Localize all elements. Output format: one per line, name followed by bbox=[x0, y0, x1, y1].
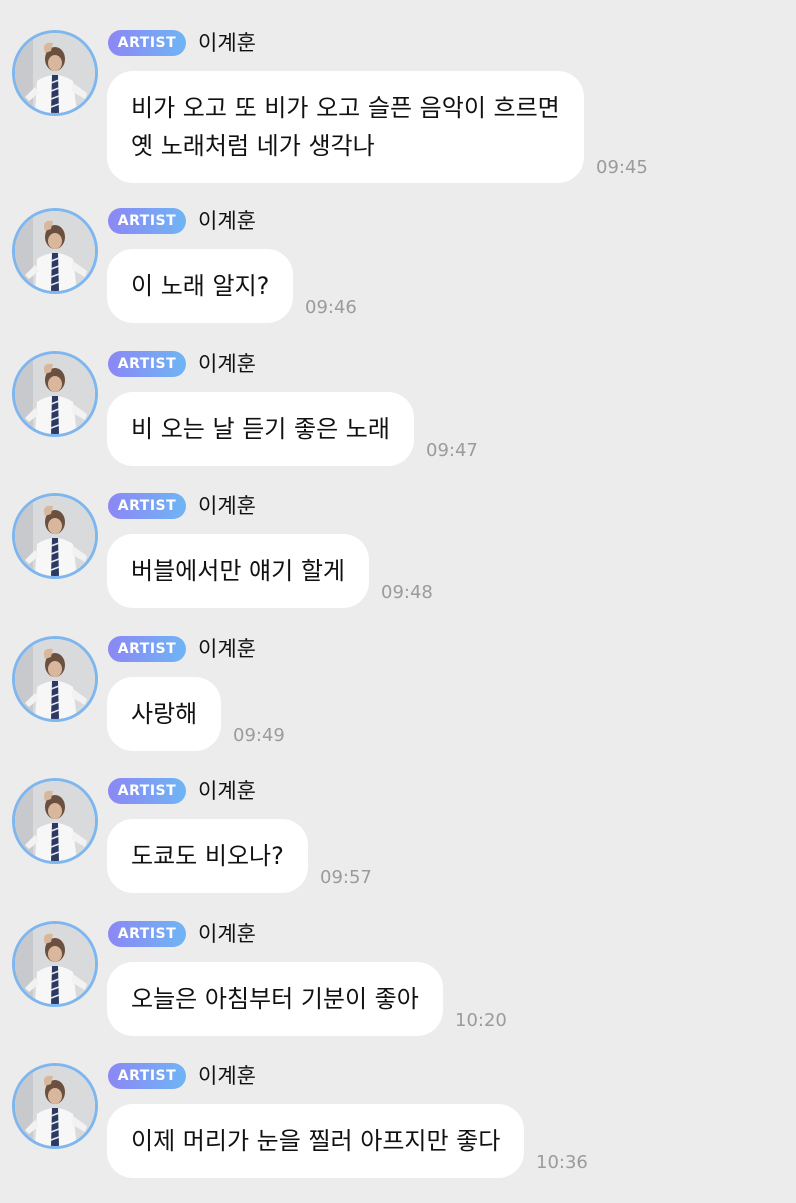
message-item: ARTIST 이계훈 도쿄도 비오나? 09:57 bbox=[0, 776, 796, 918]
artist-badge: ARTIST bbox=[108, 1063, 186, 1089]
message-timestamp: 09:45 bbox=[596, 157, 648, 178]
artist-avatar[interactable] bbox=[12, 921, 98, 1007]
message-bubble[interactable]: 이 노래 알지? bbox=[107, 249, 294, 323]
message-item: ARTIST 이계훈 이 노래 알지? 09:46 bbox=[0, 206, 796, 348]
sender-name: 이계훈 bbox=[198, 1064, 256, 1088]
message-timestamp: 09:47 bbox=[426, 440, 478, 461]
sender-name: 이계훈 bbox=[198, 922, 256, 946]
message-timestamp: 09:46 bbox=[305, 297, 357, 318]
artist-badge: ARTIST bbox=[108, 493, 186, 519]
sender-name: 이계훈 bbox=[198, 31, 256, 55]
message-timestamp: 09:57 bbox=[320, 867, 372, 888]
artist-badge: ARTIST bbox=[108, 921, 186, 947]
sender-name: 이계훈 bbox=[198, 494, 256, 518]
message-item: ARTIST 이계훈 비 오는 날 듣기 좋은 노래 09:47 bbox=[0, 349, 796, 491]
message-bubble[interactable]: 비 오는 날 듣기 좋은 노래 bbox=[107, 392, 414, 466]
message-bubble[interactable]: 비가 오고 또 비가 오고 슬픈 음악이 흐르면 옛 노래처럼 네가 생각나 bbox=[107, 71, 584, 183]
message-timestamp: 09:49 bbox=[233, 725, 285, 746]
artist-badge: ARTIST bbox=[108, 778, 186, 804]
message-timestamp: 09:48 bbox=[381, 582, 433, 603]
artist-avatar[interactable] bbox=[12, 208, 98, 294]
message-bubble[interactable]: 버블에서만 얘기 할게 bbox=[107, 534, 369, 608]
message-bubble[interactable]: 이제 머리가 눈을 찔러 아프지만 좋다 bbox=[107, 1104, 525, 1178]
artist-badge: ARTIST bbox=[108, 636, 186, 662]
artist-avatar[interactable] bbox=[12, 351, 98, 437]
artist-avatar[interactable] bbox=[12, 1063, 98, 1149]
artist-avatar[interactable] bbox=[12, 30, 98, 116]
message-item: ARTIST 이계훈 사랑해 09:49 bbox=[0, 634, 796, 776]
chat-message-list: ARTIST 이계훈 비가 오고 또 비가 오고 슬픈 음악이 흐르면 옛 노래… bbox=[0, 0, 796, 1200]
message-timestamp: 10:20 bbox=[455, 1010, 507, 1031]
message-item: ARTIST 이계훈 버블에서만 얘기 할게 09:48 bbox=[0, 491, 796, 633]
message-item: ARTIST 이계훈 비가 오고 또 비가 오고 슬픈 음악이 흐르면 옛 노래… bbox=[0, 28, 796, 183]
message-bubble[interactable]: 도쿄도 비오나? bbox=[107, 819, 308, 893]
sender-name: 이계훈 bbox=[198, 209, 256, 233]
sender-name: 이계훈 bbox=[198, 637, 256, 661]
message-bubble[interactable]: 오늘은 아침부터 기분이 좋아 bbox=[107, 962, 443, 1036]
artist-avatar[interactable] bbox=[12, 493, 98, 579]
message-item: ARTIST 이계훈 오늘은 아침부터 기분이 좋아 10:20 bbox=[0, 919, 796, 1061]
sender-name: 이계훈 bbox=[198, 779, 256, 803]
message-item: ARTIST 이계훈 이제 머리가 눈을 찔러 아프지만 좋다 10:36 bbox=[0, 1061, 796, 1203]
artist-avatar[interactable] bbox=[12, 636, 98, 722]
sender-name: 이계훈 bbox=[198, 352, 256, 376]
artist-badge: ARTIST bbox=[108, 30, 186, 56]
artist-badge: ARTIST bbox=[108, 208, 186, 234]
message-bubble[interactable]: 사랑해 bbox=[107, 677, 222, 751]
artist-avatar[interactable] bbox=[12, 778, 98, 864]
artist-badge: ARTIST bbox=[108, 351, 186, 377]
message-timestamp: 10:36 bbox=[536, 1152, 588, 1173]
